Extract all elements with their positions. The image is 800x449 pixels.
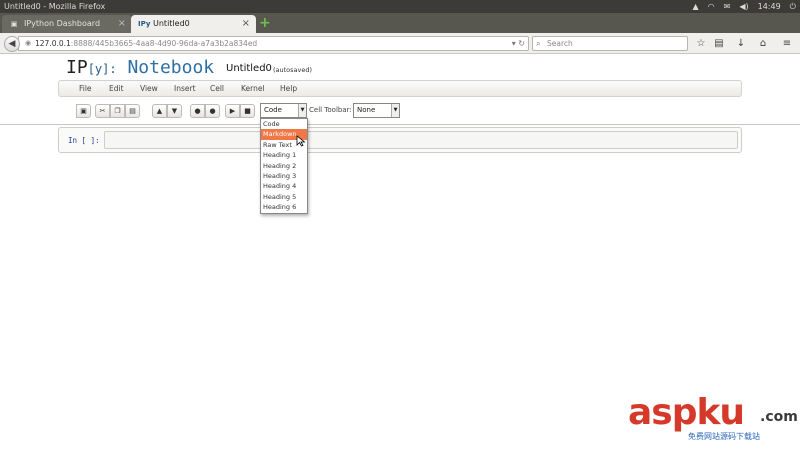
move-down-icon[interactable]: ▼	[167, 104, 182, 118]
new-tab-plus-icon[interactable]: +	[259, 16, 271, 30]
clock[interactable]: 14:49	[758, 0, 781, 13]
menu-file[interactable]: File	[79, 81, 92, 96]
cell-type-value: Code	[264, 106, 282, 114]
chevron-down-icon: ▼	[298, 104, 306, 117]
insert-below-icon[interactable]: ●	[205, 104, 220, 118]
watermark-brand: aspku	[628, 392, 745, 433]
watermark-tld: .com	[760, 409, 798, 425]
cell-type-dropdown-list[interactable]: Code Markdown Raw Text Heading 1 Heading…	[260, 118, 308, 214]
paste-icon[interactable]: ▤	[125, 104, 140, 118]
option-heading-3[interactable]: Heading 3	[261, 171, 307, 181]
url-path: :8888/445b3665-4aa8-4d90-96da-a7a3b2a834…	[70, 39, 258, 48]
insert-above-icon[interactable]: ●	[190, 104, 205, 118]
menu-view[interactable]: View	[140, 81, 158, 96]
url-host: 127.0.0.1	[35, 39, 71, 48]
menu-help[interactable]: Help	[280, 81, 297, 96]
option-heading-2[interactable]: Heading 2	[261, 161, 307, 171]
tab-strip: ▣ IPython Dashboard × IPy Untitled0 × +	[0, 13, 800, 33]
home-icon[interactable]: ⌂	[756, 36, 770, 51]
option-code[interactable]: Code	[261, 119, 307, 129]
save-icon[interactable]: ▣	[76, 104, 91, 118]
menu-kernel[interactable]: Kernel	[241, 81, 265, 96]
mail-icon[interactable]: ✉	[724, 0, 731, 13]
search-placeholder: Search	[547, 39, 573, 48]
cell-toolbar-select[interactable]: None ▼	[353, 103, 400, 118]
reload-dropdown-icon[interactable]: ▾ ↻	[512, 37, 525, 50]
system-tray: ▲ ◠ ✉ ◀) 14:49 ⏻	[692, 0, 796, 13]
move-up-icon[interactable]: ▲	[152, 104, 167, 118]
copy-icon[interactable]: ❐	[110, 104, 125, 118]
code-cell[interactable]: In [ ]:	[58, 127, 742, 153]
cut-icon[interactable]: ✂	[95, 104, 110, 118]
notebook-toolbar: ▣ ✂ ❐ ▤ ▲ ▼ ● ● ▶ ■ Code ▼ Cell Toolbar:…	[58, 100, 742, 122]
option-heading-4[interactable]: Heading 4	[261, 181, 307, 191]
aspku-watermark-logo: aspku .com 免费网站源码下载站	[628, 393, 798, 445]
save-status: (autosaved)	[273, 66, 313, 74]
chevron-down-icon: ▼	[391, 104, 399, 117]
system-top-panel: Untitled0 - Mozilla Firefox ▲ ◠ ✉ ◀) 14:…	[0, 0, 800, 13]
navigation-bar: ◉ 127.0.0.1:8888/445b3665-4aa8-4d90-96da…	[0, 33, 800, 54]
run-icon[interactable]: ▶	[225, 104, 240, 118]
cell-toolbar-value: None	[357, 106, 376, 114]
code-input-area[interactable]	[104, 131, 738, 149]
ipy-favicon-icon: IPy	[138, 20, 151, 28]
power-icon[interactable]: ⏻	[790, 0, 796, 13]
notebook-menubar: File Edit View Insert Cell Kernel Help	[58, 80, 742, 97]
cell-type-select[interactable]: Code ▼	[260, 103, 307, 118]
update-icon[interactable]: ▲	[692, 0, 698, 13]
download-icon[interactable]: ↓	[734, 36, 748, 51]
menu-edit[interactable]: Edit	[109, 81, 124, 96]
option-heading-5[interactable]: Heading 5	[261, 192, 307, 202]
wifi-icon[interactable]: ◠	[708, 0, 715, 13]
option-heading-6[interactable]: Heading 6	[261, 202, 307, 212]
close-tab-icon[interactable]: ×	[118, 15, 126, 33]
window-title: Untitled0 - Mozilla Firefox	[4, 2, 106, 11]
logo-ip: IP	[66, 57, 88, 78]
input-prompt: In [ ]:	[68, 136, 100, 145]
mouse-pointer-icon	[296, 135, 306, 147]
tab-ipython-dashboard[interactable]: ▣ IPython Dashboard ×	[2, 15, 132, 33]
menu-insert[interactable]: Insert	[174, 81, 196, 96]
tab-untitled0[interactable]: IPy Untitled0 ×	[131, 15, 256, 33]
volume-icon[interactable]: ◀)	[739, 0, 748, 13]
ipython-notebook-logo[interactable]: IP[y]: Notebook	[66, 58, 214, 79]
stop-icon[interactable]: ■	[240, 104, 255, 118]
search-input[interactable]: ⌕ Search	[532, 36, 688, 51]
menu-icon[interactable]: ≡	[780, 36, 794, 51]
ipython-favicon-icon: ▣	[10, 20, 18, 28]
search-icon: ⌕	[536, 39, 541, 48]
logo-notebook: Notebook	[127, 57, 215, 78]
watermark-tagline: 免费网站源码下载站	[688, 432, 760, 441]
notebook-name[interactable]: Untitled0	[226, 63, 272, 74]
header-divider	[0, 124, 800, 125]
close-tab-icon[interactable]: ×	[242, 15, 250, 33]
bookmark-star-icon[interactable]: ☆	[694, 36, 708, 51]
globe-icon: ◉	[25, 39, 32, 47]
cell-toolbar-label: Cell Toolbar:	[309, 106, 352, 114]
back-button[interactable]: ◀	[4, 36, 20, 52]
url-bar[interactable]: ◉ 127.0.0.1:8888/445b3665-4aa8-4d90-96da…	[18, 36, 529, 51]
bookmarks-list-icon[interactable]: ▤	[712, 36, 726, 51]
menu-cell[interactable]: Cell	[210, 81, 224, 96]
tab-label: IPython Dashboard	[24, 19, 101, 28]
logo-y: [y]:	[87, 62, 117, 76]
option-heading-1[interactable]: Heading 1	[261, 150, 307, 160]
tab-label: Untitled0	[153, 19, 190, 28]
